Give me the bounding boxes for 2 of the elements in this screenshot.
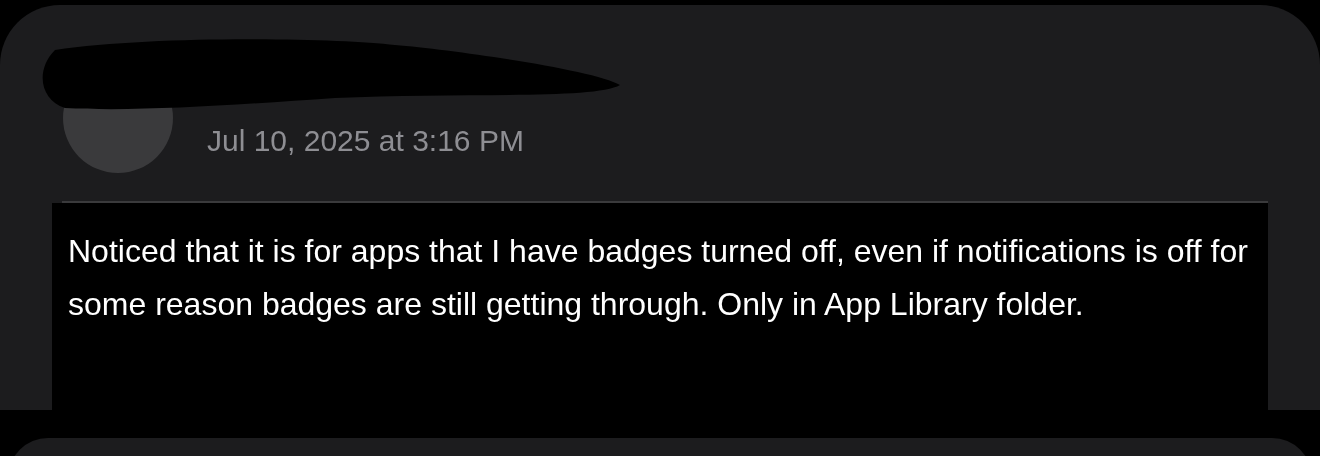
post-timestamp: Jul 10, 2025 at 3:16 PM [207,123,524,159]
comment-text: Noticed that it is for apps that I have badges turned off, even if notifications is off for some reason badges are still getting through. Only in App Library folder. [68,232,1249,324]
